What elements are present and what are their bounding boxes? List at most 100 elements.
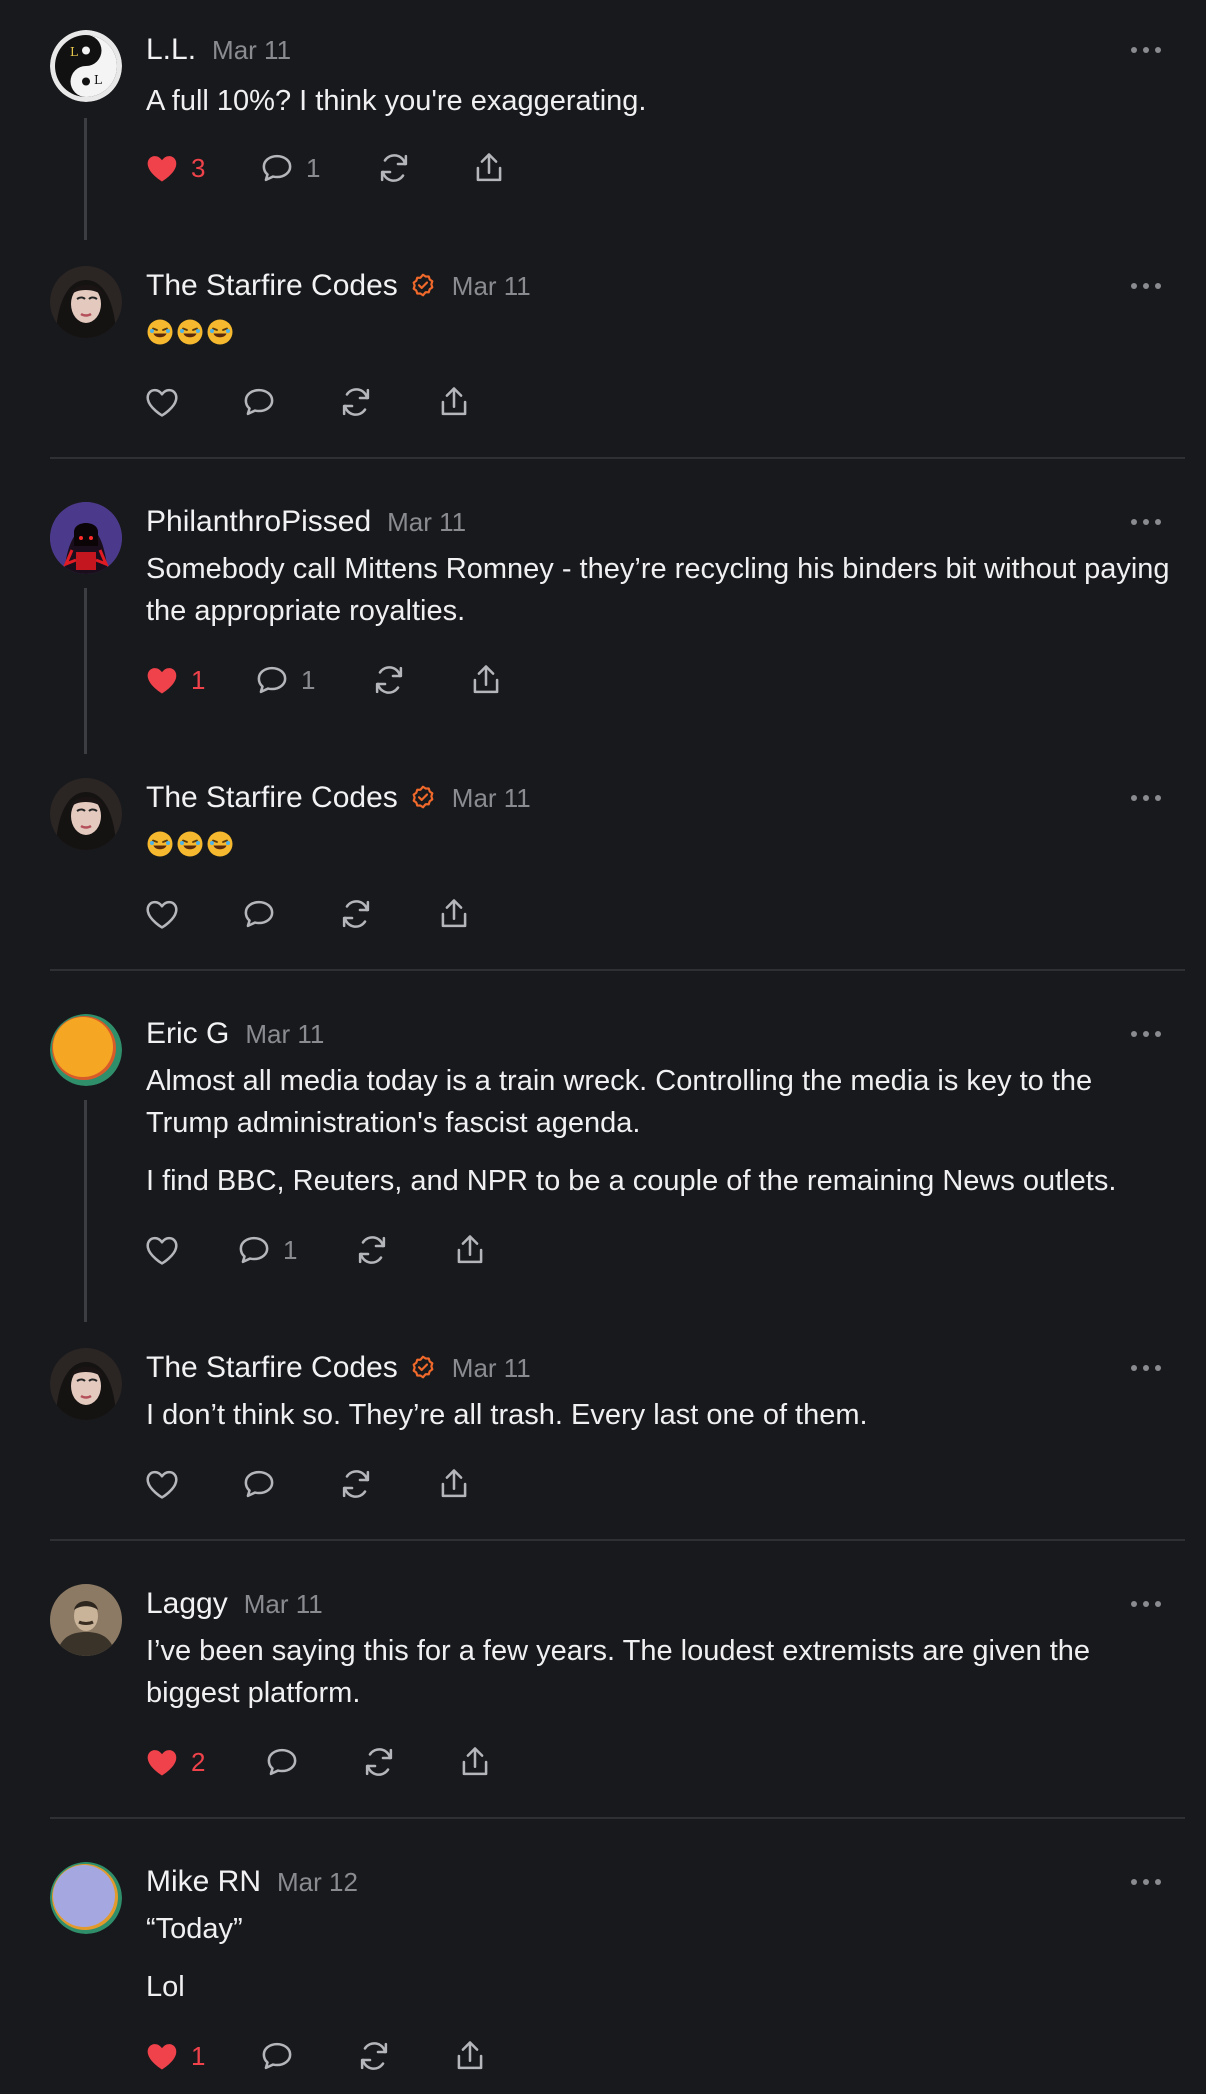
repost-button[interactable]: [360, 1742, 398, 1782]
post-date[interactable]: Mar 11: [452, 271, 531, 301]
post-date[interactable]: Mar 11: [387, 507, 466, 537]
heart-filled-icon: [143, 1743, 181, 1781]
post-date[interactable]: Mar 11: [452, 783, 531, 813]
author-name[interactable]: L.L.: [146, 33, 196, 66]
rofl-emoji-icon: [206, 828, 234, 857]
heart-filled-icon: [143, 2037, 181, 2075]
like-button[interactable]: 2: [143, 1742, 205, 1782]
portrait-avatar[interactable]: [50, 778, 122, 850]
like-button[interactable]: 1: [143, 660, 205, 700]
heart-filled-icon: [143, 661, 181, 699]
reply-button[interactable]: [263, 1742, 301, 1782]
like-count: 2: [191, 1746, 206, 1777]
author-name[interactable]: PhilanthroPissed: [146, 505, 371, 538]
yin-yang-avatar[interactable]: LL: [50, 30, 122, 102]
like-button[interactable]: 3: [143, 148, 205, 188]
rofl-emoji-icon: [176, 316, 204, 345]
reply-button[interactable]: 1: [253, 660, 315, 700]
post-header: PhilanthroPissed Mar 11: [146, 504, 466, 540]
share-button[interactable]: [435, 1464, 473, 1504]
repost-icon: [370, 661, 408, 699]
author-name[interactable]: The Starfire Codes: [146, 1351, 398, 1384]
reply-button[interactable]: 1: [235, 1230, 297, 1270]
rofl-emoji-icon: [146, 316, 174, 345]
post-date[interactable]: Mar 11: [245, 1019, 324, 1049]
repost-icon: [375, 149, 413, 187]
portrait-avatar[interactable]: [50, 266, 122, 338]
verified-badge-icon: [410, 783, 436, 809]
post-date[interactable]: Mar 11: [452, 1353, 531, 1383]
more-options-icon[interactable]: [1126, 1024, 1166, 1044]
post-text: “Today”: [146, 1913, 243, 1945]
repost-button[interactable]: [337, 1464, 375, 1504]
comment-icon: [235, 1231, 273, 1269]
comment-icon: [240, 895, 278, 933]
more-options-icon[interactable]: [1126, 788, 1166, 808]
reply-button[interactable]: [240, 1464, 278, 1504]
thread-line: [84, 1100, 87, 1322]
share-icon: [470, 149, 508, 187]
comment-icon: [263, 1743, 301, 1781]
share-icon: [435, 1465, 473, 1503]
post-text: 🤣🤣🤣: [146, 312, 147, 313]
share-button[interactable]: [435, 894, 473, 934]
hooded-figure-avatar[interactable]: [50, 502, 122, 574]
repost-button[interactable]: [375, 148, 413, 188]
author-name[interactable]: Mike RN: [146, 1865, 261, 1898]
comment-icon: [240, 383, 278, 421]
more-options-icon[interactable]: [1126, 1594, 1166, 1614]
post-body: Somebody call Mittens Romney - they’re r…: [146, 548, 1176, 648]
reply-button[interactable]: [258, 2036, 296, 2076]
like-button[interactable]: [143, 1230, 181, 1270]
more-options-icon[interactable]: [1126, 512, 1166, 532]
lavender-default-avatar[interactable]: [50, 1862, 122, 1934]
reply-button[interactable]: 1: [258, 148, 320, 188]
portrait-avatar[interactable]: [50, 1348, 122, 1420]
author-name[interactable]: The Starfire Codes: [146, 269, 398, 302]
author-name[interactable]: Laggy: [146, 1587, 228, 1620]
more-options-icon[interactable]: [1126, 1872, 1166, 1892]
like-count: 3: [191, 152, 206, 183]
repost-button[interactable]: [337, 894, 375, 934]
like-button[interactable]: [143, 894, 181, 934]
repost-icon: [337, 383, 375, 421]
repost-icon: [353, 1231, 391, 1269]
share-button[interactable]: [467, 660, 505, 700]
share-button[interactable]: [451, 2036, 489, 2076]
post-text: 🤣🤣🤣: [146, 824, 147, 825]
repost-button[interactable]: [355, 2036, 393, 2076]
reply-button[interactable]: [240, 894, 278, 934]
post-date[interactable]: Mar 11: [212, 35, 291, 65]
author-name[interactable]: The Starfire Codes: [146, 781, 398, 814]
sepia-portrait-avatar[interactable]: [50, 1584, 122, 1656]
like-button[interactable]: [143, 1464, 181, 1504]
thread-divider: [50, 457, 1185, 459]
emoji-text: 🤣🤣🤣: [146, 312, 1176, 354]
repost-button[interactable]: [370, 660, 408, 700]
post-header: The Starfire Codes Mar 11: [146, 1350, 531, 1386]
rofl-emoji-icon: [146, 828, 174, 857]
share-button[interactable]: [435, 382, 473, 422]
more-options-icon[interactable]: [1126, 276, 1166, 296]
share-icon: [435, 383, 473, 421]
rofl-emoji-icon: [206, 316, 234, 345]
thread-divider: [50, 969, 1185, 971]
post-date[interactable]: Mar 11: [244, 1589, 323, 1619]
share-button[interactable]: [451, 1230, 489, 1270]
orange-default-avatar[interactable]: [50, 1014, 122, 1086]
author-name[interactable]: Eric G: [146, 1017, 229, 1050]
reply-button[interactable]: [240, 382, 278, 422]
share-button[interactable]: [470, 148, 508, 188]
thread-divider: [50, 1817, 1185, 1819]
repost-button[interactable]: [353, 1230, 391, 1270]
verified-badge-icon: [410, 1353, 436, 1379]
more-options-icon[interactable]: [1126, 40, 1166, 60]
post-date[interactable]: Mar 12: [277, 1867, 358, 1897]
share-button[interactable]: [456, 1742, 494, 1782]
like-button[interactable]: [143, 382, 181, 422]
more-options-icon[interactable]: [1126, 1358, 1166, 1378]
repost-button[interactable]: [337, 382, 375, 422]
svg-text:L: L: [70, 45, 78, 59]
post-header: L.L. Mar 11: [146, 32, 291, 68]
like-button[interactable]: 1: [143, 2036, 205, 2076]
